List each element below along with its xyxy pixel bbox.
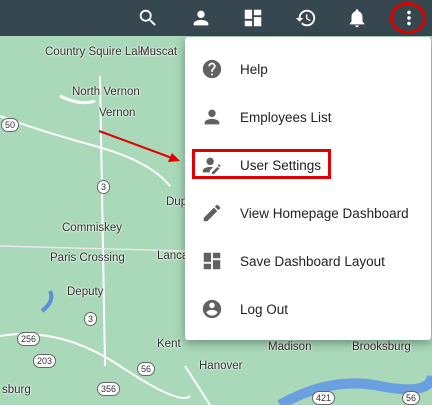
menu-item-label: Save Dashboard Layout bbox=[240, 253, 385, 269]
account-icon[interactable] bbox=[186, 3, 216, 33]
menu-item-log-out[interactable]: Log Out bbox=[185, 285, 431, 333]
notifications-icon[interactable] bbox=[342, 3, 372, 33]
route-shield: 3 bbox=[97, 180, 111, 194]
person-edit-icon bbox=[200, 153, 224, 177]
menu-item-view-homepage-dashboard[interactable]: View Homepage Dashboard bbox=[185, 189, 431, 237]
route-shield: 3 bbox=[84, 312, 98, 326]
place-kent: Kent bbox=[157, 338, 181, 350]
menu-item-user-settings[interactable]: User Settings bbox=[185, 141, 431, 189]
menu-item-label: User Settings bbox=[240, 157, 322, 173]
user-menu: Help Employees List User Settings View H… bbox=[185, 37, 431, 340]
help-icon bbox=[200, 57, 224, 81]
place-north-vernon: North Vernon bbox=[72, 86, 140, 98]
place-lanca: Lanca bbox=[157, 250, 189, 262]
dashboard-icon bbox=[200, 249, 224, 273]
menu-item-label: Log Out bbox=[240, 301, 289, 317]
account-circle-icon bbox=[200, 297, 224, 321]
pencil-icon bbox=[200, 201, 224, 225]
place-hanover: Hanover bbox=[199, 360, 243, 372]
place-paris-crossing: Paris Crossing bbox=[50, 252, 125, 264]
menu-item-label: Help bbox=[240, 61, 268, 77]
history-icon[interactable] bbox=[291, 3, 321, 33]
place-country: Country Squire Lakes bbox=[45, 46, 156, 58]
place-dup: Dup bbox=[166, 196, 188, 208]
menu-item-label: Employees List bbox=[240, 109, 332, 125]
dashboard-icon[interactable] bbox=[238, 3, 268, 33]
menu-item-employees-list[interactable]: Employees List bbox=[185, 93, 431, 141]
place-vernon: Vernon bbox=[99, 107, 136, 119]
route-shield: 56 bbox=[402, 391, 421, 405]
more-vert-icon[interactable] bbox=[394, 3, 424, 33]
place-muscat: Muscat bbox=[140, 46, 178, 58]
menu-item-save-dashboard-layout[interactable]: Save Dashboard Layout bbox=[185, 237, 431, 285]
top-app-bar bbox=[0, 0, 432, 36]
search-icon[interactable] bbox=[133, 3, 163, 33]
person-icon bbox=[200, 105, 224, 129]
route-shield: 50 bbox=[1, 118, 20, 132]
route-shield: 56 bbox=[137, 362, 156, 376]
place-sburg: sburg bbox=[2, 384, 31, 396]
route-shield: 256 bbox=[17, 332, 41, 346]
route-shield: 203 bbox=[33, 354, 57, 368]
route-shield: 356 bbox=[97, 382, 121, 396]
route-shield: 421 bbox=[312, 391, 336, 405]
place-brooksburg: Brooksburg bbox=[352, 341, 411, 353]
menu-item-label: View Homepage Dashboard bbox=[240, 205, 409, 221]
place-madison: Madison bbox=[268, 341, 312, 353]
place-deputy: Deputy bbox=[67, 286, 104, 298]
menu-item-help[interactable]: Help bbox=[185, 45, 431, 93]
place-commiskey: Commiskey bbox=[62, 222, 123, 234]
